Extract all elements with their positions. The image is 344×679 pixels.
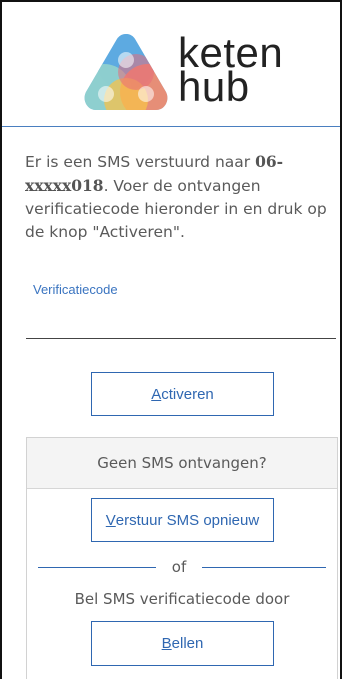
- call-accesskey: B: [161, 635, 172, 652]
- no-sms-title: Geen SMS ontvangen?: [27, 438, 337, 489]
- call-label-rest: ellen: [171, 635, 204, 652]
- verification-code-label: Verificatiecode: [33, 282, 118, 297]
- header: keten hub: [2, 2, 340, 127]
- resend-sms-button[interactable]: Verstuur SMS opnieuw: [91, 498, 274, 542]
- call-button[interactable]: Bellen: [91, 621, 274, 666]
- sms-sent-message: Er is een SMS verstuurd naar 06-xxxxx018…: [25, 150, 337, 244]
- activate-label-rest: ctiveren: [161, 385, 214, 403]
- activate-button[interactable]: Activeren: [91, 372, 274, 416]
- separator-line-left: [38, 567, 156, 568]
- resend-label-rest: erstuur SMS opnieuw: [115, 511, 260, 529]
- resend-accesskey: V: [105, 511, 116, 529]
- message-prefix: Er is een SMS verstuurd naar: [25, 153, 256, 171]
- logo-wordmark: keten hub: [178, 32, 283, 108]
- separator-line-right: [202, 567, 326, 568]
- verification-code-input[interactable]: [26, 310, 336, 339]
- ketenhub-logo-icon: [84, 34, 168, 110]
- call-code-text: Bel SMS verificatiecode door: [74, 590, 290, 608]
- or-separator: of: [171, 558, 187, 576]
- activate-accesskey: A: [151, 385, 162, 403]
